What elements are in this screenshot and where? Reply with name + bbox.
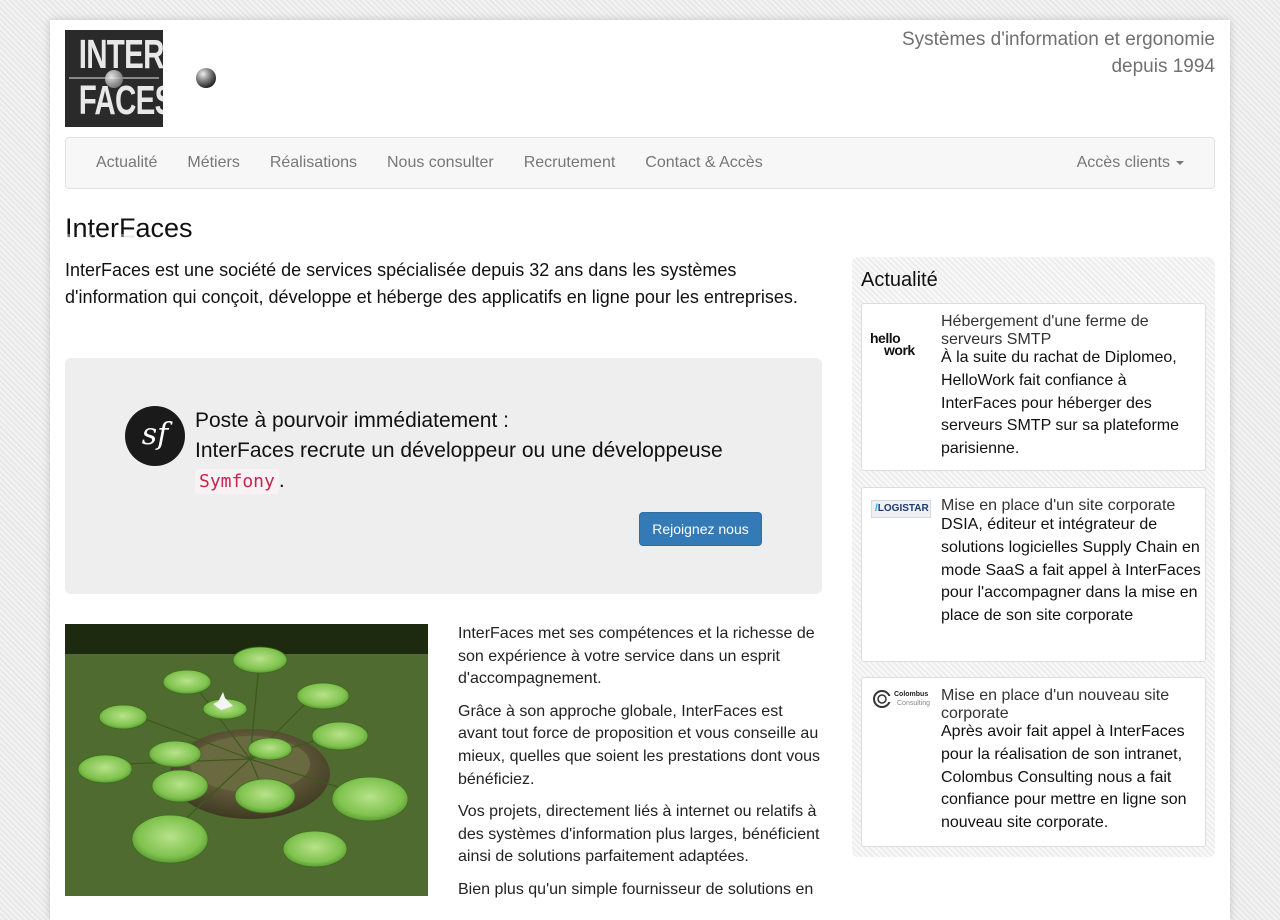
- job-line-3: Symfony.: [195, 466, 723, 497]
- join-button[interactable]: Rejoignez nous: [639, 512, 762, 546]
- lily-pads-illustration: [65, 624, 428, 896]
- news-body: Après avoir fait appel à InterFaces pour…: [941, 723, 1187, 832]
- paragraph-3: Vos projets, directement liés à internet…: [458, 803, 820, 866]
- colombus-logo-icon: Colombus Consulting: [872, 688, 934, 728]
- logistar-logo-icon: /LOGISTAR: [871, 500, 931, 518]
- sphere-icon: [196, 68, 216, 88]
- tagline-line-2: depuis 1994: [1111, 56, 1215, 77]
- job-tech: Symfony: [195, 469, 279, 494]
- body-text: InterFaces met ses compétences et la ric…: [458, 623, 824, 912]
- job-line-1: Poste à pourvoir immédiatement :: [195, 409, 509, 432]
- clients-dropdown[interactable]: Accès clients: [1062, 138, 1199, 188]
- main-navbar: Actualité Métiers Réalisations Nous cons…: [65, 137, 1215, 189]
- news-sidebar: Actualité hello work Hébergement d'une f…: [852, 257, 1215, 857]
- intro-text: InterFaces est une société de services s…: [65, 260, 798, 307]
- paragraph-2: Grâce à son approche globale, InterFaces…: [458, 702, 820, 788]
- colombus-logo-top: Colombus: [894, 691, 929, 698]
- news-item-logistar[interactable]: /LOGISTAR Mise en place d'un site corpor…: [861, 487, 1206, 662]
- nav-item-metiers[interactable]: Métiers: [172, 138, 254, 188]
- caret-down-icon: [1176, 160, 1184, 165]
- nav-items: Actualité Métiers Réalisations Nous cons…: [81, 138, 778, 188]
- page-title-reflection: InterFaces: [65, 234, 193, 244]
- nav-item-actualite[interactable]: Actualité: [81, 138, 172, 188]
- sidebar-title: Actualité: [861, 269, 938, 291]
- logistar-logo-text: LOGISTAR: [877, 503, 929, 514]
- paragraph-4: Bien plus qu'un simple fournisseur de so…: [458, 880, 814, 898]
- job-end: .: [278, 469, 285, 492]
- nav-item-contact[interactable]: Contact & Accès: [630, 138, 777, 188]
- nav-item-recrutement[interactable]: Recrutement: [509, 138, 631, 188]
- job-text: Poste à pourvoir immédiatement : InterFa…: [195, 406, 723, 497]
- paragraph-1: InterFaces met ses compétences et la ric…: [458, 625, 815, 688]
- job-line-2: InterFaces recrute un développeur ou une…: [195, 439, 723, 462]
- news-title[interactable]: Hébergement d'une ferme de serveurs SMTP: [941, 313, 1191, 349]
- symfony-logo-icon: sf: [125, 406, 185, 466]
- nav-item-nous-consulter[interactable]: Nous consulter: [372, 138, 509, 188]
- hellowork-logo-bottom: work: [884, 342, 915, 358]
- interfaces-logo[interactable]: INTER FACES: [65, 30, 163, 127]
- tagline-line-1: Systèmes d'information et ergonomie: [901, 29, 1215, 50]
- news-body: DSIA, éditeur et intégrateur de solution…: [941, 516, 1201, 625]
- logo-sphere-icon: [105, 70, 123, 88]
- lily-pads-image: [65, 624, 428, 896]
- news-body: À la suite du rachat de Diplomeo, HelloW…: [941, 349, 1180, 458]
- nav-item-realisations[interactable]: Réalisations: [255, 138, 372, 188]
- news-title[interactable]: Mise en place d'un site corporate: [941, 497, 1191, 515]
- job-announcement: sf Poste à pourvoir immédiatement : Inte…: [65, 358, 822, 594]
- colombus-c-icon: [873, 690, 892, 708]
- page: INTER FACES Systèmes d'information et er…: [50, 20, 1230, 920]
- clients-dropdown-label: Accès clients: [1076, 154, 1170, 171]
- news-item-hellowork[interactable]: hello work Hébergement d'une ferme de se…: [861, 303, 1206, 471]
- hellowork-logo-icon: hello work: [870, 331, 932, 372]
- tagline: Systèmes d'information et ergonomie depu…: [815, 26, 1215, 80]
- news-item-colombus[interactable]: Colombus Consulting Mise en place d'un n…: [861, 677, 1206, 847]
- news-title[interactable]: Mise en place d'un nouveau site corporat…: [941, 687, 1191, 723]
- colombus-logo-bottom: Consulting: [897, 700, 931, 707]
